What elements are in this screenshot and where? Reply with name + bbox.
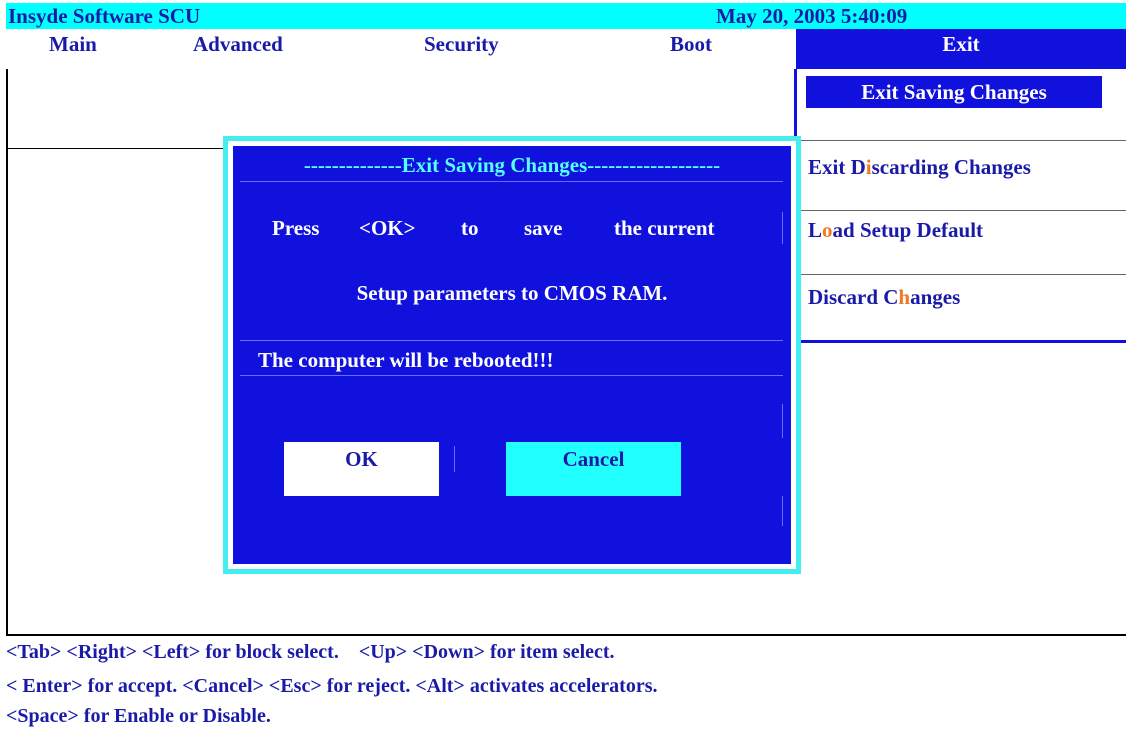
- item-text: Exit D: [808, 155, 866, 179]
- dialog-word: the current: [614, 216, 715, 240]
- help-line-2: < Enter> for accept. <Cancel> <Esc> for …: [6, 675, 658, 697]
- accelerator-key: h: [898, 285, 911, 309]
- button-divider: [454, 446, 455, 472]
- dialog-rule: [240, 340, 783, 341]
- dialog-rule: [240, 375, 783, 376]
- menu-advanced[interactable]: Advanced: [193, 29, 283, 59]
- datetime: May 20, 2003 5:40:09: [716, 4, 908, 28]
- dialog-word: to: [461, 216, 479, 240]
- exit-separator: [796, 210, 1126, 211]
- dialog-warning: The computer will be rebooted!!!: [258, 348, 554, 372]
- exit-separator: [796, 274, 1126, 275]
- menu-boot[interactable]: Boot: [670, 29, 712, 59]
- menu-security[interactable]: Security: [424, 29, 499, 59]
- help-divider: [6, 634, 1126, 636]
- dialog-rule: [782, 212, 783, 244]
- exit-separator: [796, 140, 1126, 141]
- exit-discarding-changes-item[interactable]: Exit Discarding Changes: [808, 155, 1031, 180]
- exit-saving-changes-item[interactable]: Exit Saving Changes: [806, 76, 1102, 108]
- item-text: L: [808, 218, 823, 242]
- menu-exit[interactable]: Exit: [796, 29, 1126, 69]
- item-text: ad Setup Default: [832, 218, 984, 242]
- dialog-word: Press: [272, 216, 320, 240]
- dialog-rule: [240, 181, 783, 182]
- dialog-title: --------------Exit Saving Changes-------…: [303, 153, 721, 177]
- help-line-1: <Tab> <Right> <Left> for block select. <…: [6, 641, 615, 663]
- accelerator-key: o: [822, 218, 833, 242]
- dialog-rule: [782, 496, 783, 526]
- left-border: [6, 69, 8, 634]
- ok-button[interactable]: OK: [284, 442, 439, 496]
- item-text: anges: [910, 285, 961, 309]
- menu-main[interactable]: Main: [49, 29, 97, 59]
- menu-bar: Main Advanced Security Boot Exit: [6, 29, 1126, 69]
- help-line-3: <Space> for Enable or Disable.: [6, 705, 271, 727]
- exit-panel-bottom-border: [796, 340, 1126, 343]
- title-bar: Insyde Software SCU May 20, 2003 5:40:09: [6, 3, 1126, 29]
- load-setup-default-item[interactable]: Load Setup Default: [808, 218, 983, 243]
- dialog-message-line2: Setup parameters to CMOS RAM.: [356, 281, 668, 305]
- discard-changes-item[interactable]: Discard Changes: [808, 285, 960, 310]
- dialog-word: <OK>: [359, 216, 416, 240]
- dialog-rule: [782, 404, 783, 438]
- item-text: scarding Changes: [871, 155, 1031, 179]
- app-title: Insyde Software SCU: [8, 4, 201, 28]
- item-text: Discard C: [808, 285, 899, 309]
- dialog-word: save: [524, 216, 563, 240]
- cancel-button[interactable]: Cancel: [506, 442, 681, 496]
